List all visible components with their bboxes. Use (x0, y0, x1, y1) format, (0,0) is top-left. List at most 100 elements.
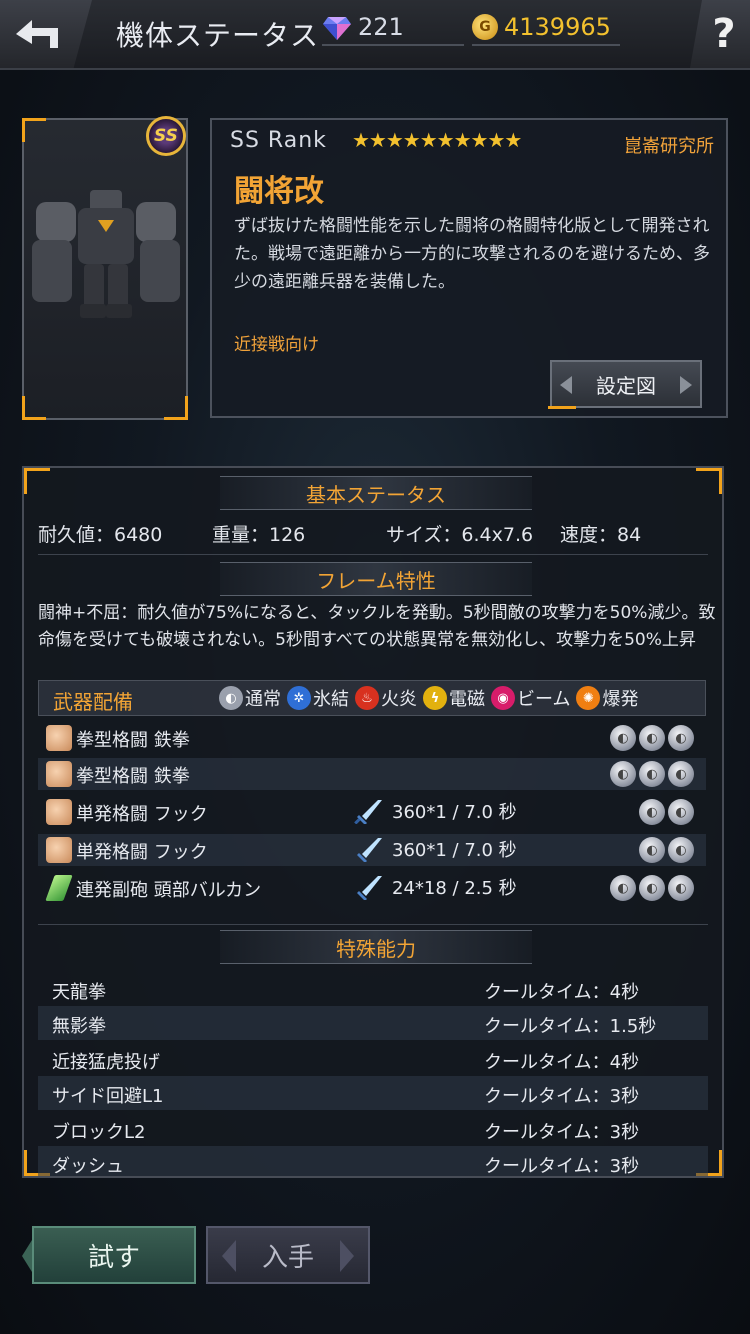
rank-stars: ★★★★★★★★★★ (352, 128, 522, 152)
frame-corner (22, 396, 46, 420)
coin-icon: G (472, 14, 498, 40)
normal-slot-icon: ◐ (610, 725, 636, 751)
weapon-name: 連発副砲 頭部バルカン (76, 880, 262, 901)
mech-name: 闘将改 (234, 174, 324, 209)
frame-corner (696, 468, 722, 494)
beam-icon: ◉ (491, 686, 515, 710)
ability-row: 天龍拳 クールタイム：4秒 (38, 972, 708, 1006)
blueprint-button-label: 設定図 (596, 373, 656, 398)
fist-icon (46, 725, 72, 751)
normal-slot-icon: ◐ (610, 761, 636, 787)
legend-label: 通常 (245, 689, 281, 710)
get-button[interactable]: 入手 (206, 1226, 370, 1284)
normal-slot-icon: ◐ (668, 761, 694, 787)
gem-icon (323, 17, 351, 40)
ability-row: サイド回避L1 クールタイム：3秒 (38, 1076, 708, 1110)
weapon-name: 単発格闘 フック (76, 842, 208, 863)
fist-icon (46, 799, 72, 825)
ability-row: 近接猛虎投げ クールタイム：4秒 (38, 1042, 708, 1076)
back-button[interactable] (0, 0, 92, 68)
fire-icon: ♨ (355, 686, 379, 710)
normal-slot-icon: ◐ (639, 725, 665, 751)
normal-slot-icon: ◐ (668, 837, 694, 863)
gem-counter: 221 (322, 10, 464, 46)
ability-row: 無影拳 クールタイム：1.5秒 (38, 1006, 708, 1040)
help-button[interactable]: ? (690, 0, 750, 68)
weapon-row[interactable]: 拳型格闘 鉄拳 ◐ ◐ ◐ (38, 758, 706, 790)
normal-slot-icon: ◐ (668, 875, 694, 901)
divider (38, 924, 708, 925)
normal-icon: ◐ (219, 686, 243, 710)
weapon-damage: 360*1 / 7.0 秒 (354, 798, 517, 824)
frame-corner (24, 468, 50, 494)
legend-label: 電磁 (449, 689, 485, 710)
ability-cooldown: クールタイム：4秒 (484, 982, 640, 1003)
damage-text: 360*1 / 7.0 秒 (392, 840, 517, 861)
status-panel[interactable]: 基本ステータス 耐久値：6480 重量：126 サイズ：6.4x7.6 速度：8… (22, 466, 724, 1178)
blueprint-button[interactable]: 設定図 (550, 360, 702, 408)
weapon-name: 単発格闘 フック (76, 804, 208, 825)
normal-slot-icon: ◐ (639, 761, 665, 787)
normal-slot-icon: ◐ (639, 799, 665, 825)
ability-cooldown: クールタイム：3秒 (484, 1156, 640, 1177)
frame-corner (164, 396, 188, 420)
rank-label: SS Rank (230, 128, 327, 153)
weapon-row[interactable]: 連発副砲 頭部バルカン 24*18 / 2.5 秒 ◐ ◐ ◐ (38, 872, 706, 904)
weapon-name: 拳型格闘 鉄拳 (76, 766, 190, 787)
sword-icon (357, 876, 382, 900)
ability-row: ブロックL2 クールタイム：3秒 (38, 1112, 708, 1146)
weapon-row[interactable]: 単発格闘 フック 360*1 / 7.0 秒 ◐ ◐ (38, 796, 706, 828)
fist-icon (46, 837, 72, 863)
damage-text: 24*18 / 2.5 秒 (392, 878, 517, 899)
legend-ice: ✲ 氷結 (287, 685, 349, 711)
mech-portrait-card: SS (22, 116, 188, 420)
ice-icon: ✲ (287, 686, 311, 710)
weapon-row[interactable]: 拳型格闘 鉄拳 ◐ ◐ ◐ (38, 722, 706, 754)
size-stat: サイズ：6.4x7.6 (386, 524, 534, 546)
help-icon: ? (712, 11, 736, 57)
gem-amount: 221 (358, 13, 404, 41)
weapon-slots: ◐ ◐ ◐ (610, 725, 694, 751)
button-accent (548, 406, 576, 409)
ability-name: ダッシュ (52, 1156, 124, 1177)
gun-icon (45, 875, 73, 901)
weapon-slots: ◐ ◐ ◐ (610, 761, 694, 787)
weapon-slots: ◐ ◐ (639, 799, 694, 825)
weapons-header: 武器配備 ◐ 通常 ✲ 氷結 ♨ 火炎 ϟ 電磁 ◉ ビーム ✺ 爆発 (38, 680, 706, 716)
element-legend: ◐ 通常 ✲ 氷結 ♨ 火炎 ϟ 電磁 ◉ ビーム ✺ 爆発 (219, 685, 638, 711)
ability-cooldown: クールタイム：3秒 (484, 1086, 640, 1107)
ability-name: 無影拳 (52, 1016, 106, 1037)
rank-badge: SS (146, 116, 186, 156)
normal-slot-icon: ◐ (610, 875, 636, 901)
ability-name: ブロックL2 (52, 1122, 146, 1143)
normal-slot-icon: ◐ (668, 725, 694, 751)
frame-trait-header: フレーム特性 (220, 562, 532, 596)
mech-info-panel: SS Rank ★★★★★★★★★★ 崑崙研究所 闘将改 ずば抜けた格闘性能を示… (210, 118, 728, 418)
back-arrow-icon (16, 20, 58, 48)
normal-slot-icon: ◐ (668, 799, 694, 825)
coin-amount: 4139965 (504, 13, 611, 41)
weapon-damage: 24*18 / 2.5 秒 (354, 874, 517, 900)
weapon-row[interactable]: 単発格闘 フック 360*1 / 7.0 秒 ◐ ◐ (38, 834, 706, 866)
basic-status-header: 基本ステータス (220, 476, 532, 510)
frame-corner (22, 118, 46, 142)
sword-icon (354, 800, 382, 824)
legend-normal: ◐ 通常 (219, 685, 281, 711)
fist-icon (46, 761, 72, 787)
legend-label: 爆発 (602, 689, 639, 710)
frame-trait-text: 闘神+不屈：耐久値が75%になると、タックルを発動。5秒間敵の攻撃力を50%減少… (38, 603, 716, 650)
ability-name: サイド回避L1 (52, 1086, 164, 1107)
coin-counter: G 4139965 (472, 10, 620, 46)
weapon-damage: 360*1 / 7.0 秒 (354, 836, 517, 862)
weight-stat: 重量：126 (212, 524, 306, 546)
weapon-name: 拳型格闘 鉄拳 (76, 730, 190, 751)
mech-description: ずば抜けた格闘性能を示した闘将の格闘特化版として開発された。戦場で遠距離から一方… (234, 216, 710, 292)
try-button[interactable]: 試す (22, 1226, 196, 1284)
ability-name: 近接猛虎投げ (52, 1052, 160, 1073)
special-abilities-header: 特殊能力 (220, 930, 532, 964)
normal-slot-icon: ◐ (639, 837, 665, 863)
role-tag: 近接戦向け (234, 335, 319, 355)
speed-stat: 速度：84 (560, 524, 642, 546)
ability-name: 天龍拳 (52, 982, 106, 1003)
ability-row: ダッシュ クールタイム：3秒 (38, 1146, 708, 1177)
